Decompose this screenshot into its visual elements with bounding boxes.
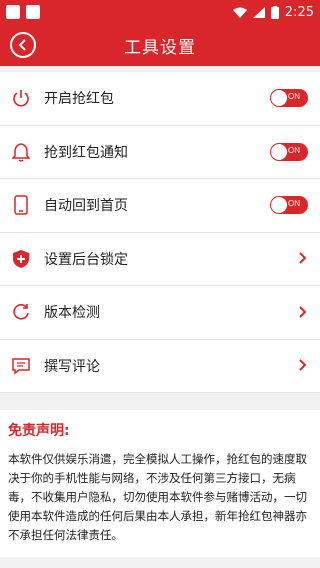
- setting-row-notify[interactable]: 抢到红包通知 ON: [0, 126, 320, 179]
- signal-icon: [252, 6, 265, 18]
- battery-icon: [270, 5, 279, 19]
- setting-label: 版本检测: [44, 305, 100, 322]
- app-bar: 工具设置: [0, 24, 320, 66]
- setting-label: 开启抢红包: [44, 91, 114, 108]
- notification-icon: [26, 5, 40, 19]
- page-title: 工具设置: [124, 37, 196, 58]
- power-icon: [10, 87, 32, 109]
- chevron-right-icon: [298, 249, 307, 268]
- toggle-state-text: ON: [288, 199, 300, 209]
- chevron-left-icon: [18, 39, 26, 51]
- toggle-switch[interactable]: ON: [270, 196, 308, 215]
- toggle-knob: [271, 197, 287, 214]
- disclaimer-text: 本软件仅供娱乐消遣，完全模拟人工操作，抢红包的速度取决于你的手机性能与网络，不涉…: [8, 452, 307, 542]
- shield-icon: [10, 248, 32, 270]
- setting-row-lock[interactable]: 设置后台锁定: [0, 233, 320, 286]
- setting-row-open-grab[interactable]: 开启抢红包 ON: [0, 72, 320, 126]
- setting-label: 设置后台锁定: [44, 251, 128, 268]
- refresh-icon: [10, 301, 32, 323]
- setting-row-auto-home[interactable]: 自动回到首页 ON: [0, 179, 320, 233]
- comment-icon: [10, 355, 32, 377]
- toggle-state-text: ON: [288, 92, 300, 102]
- back-button[interactable]: [10, 32, 36, 58]
- chevron-right-icon: [298, 303, 307, 322]
- phone-icon: [10, 194, 32, 216]
- disclaimer-section: 免责声明: 本软件仅供娱乐消遣，完全模拟人工操作，抢红包的速度取决于你的手机性能…: [0, 410, 320, 557]
- setting-row-version[interactable]: 版本检测: [0, 286, 320, 340]
- wifi-icon: [232, 7, 247, 18]
- settings-list: 开启抢红包 ON 抢到红包通知 ON 自动回到首页 ON 设置后台锁定 版本检测…: [0, 72, 320, 393]
- chevron-right-icon: [298, 356, 307, 375]
- toggle-knob: [271, 143, 287, 160]
- status-time: 2:25: [284, 4, 314, 20]
- setting-label: 自动回到首页: [44, 198, 128, 215]
- toggle-switch[interactable]: ON: [270, 142, 308, 161]
- setting-row-comment[interactable]: 撰写评论: [0, 340, 320, 393]
- disclaimer-title: 免责声明:: [8, 423, 70, 439]
- notification-icon: [6, 5, 20, 19]
- bell-icon: [10, 141, 32, 163]
- toggle-switch[interactable]: ON: [270, 89, 308, 108]
- toggle-knob: [271, 90, 287, 107]
- status-bar: 2:25: [0, 0, 320, 24]
- setting-label: 撰写评论: [44, 358, 100, 375]
- setting-label: 抢到红包通知: [44, 144, 128, 161]
- toggle-state-text: ON: [288, 145, 300, 155]
